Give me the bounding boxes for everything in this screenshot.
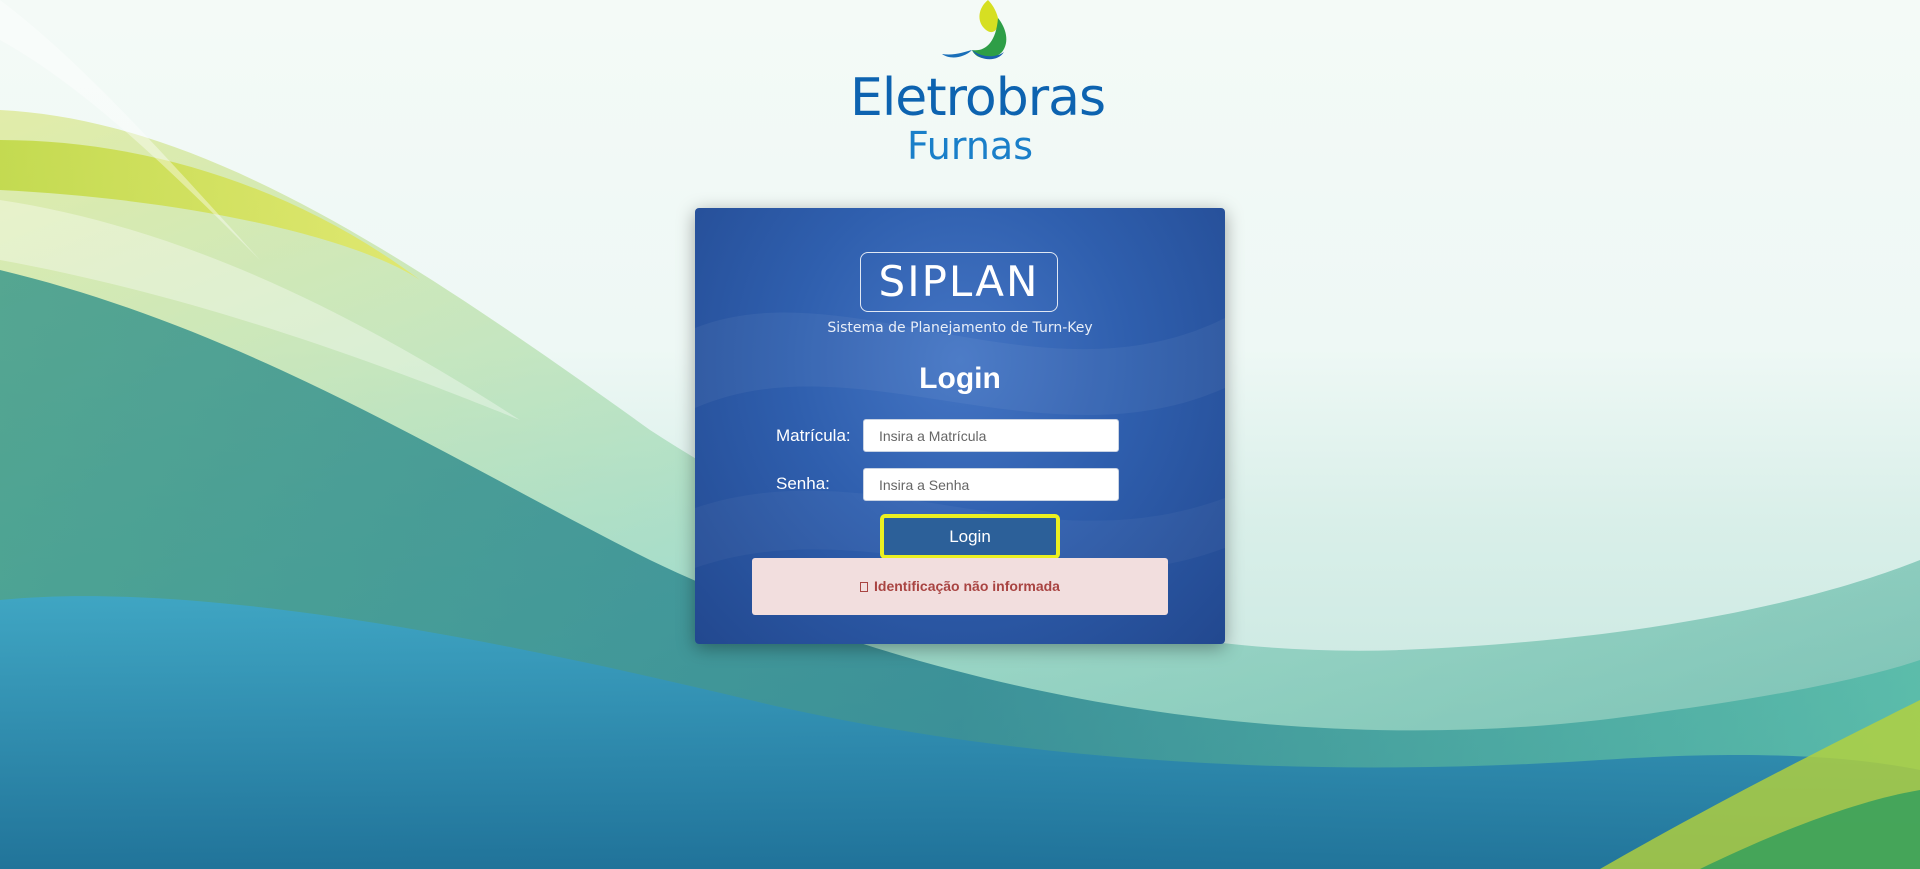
error-alert: Identificação não informada (752, 558, 1168, 615)
login-button[interactable]: Login (880, 514, 1060, 559)
eletrobras-brand: Eletrobras Furnas (850, 0, 1106, 170)
login-card: SIPLAN Sistema de Planejamento de Turn-K… (695, 208, 1225, 644)
eletrobras-drop-logo (942, 0, 1007, 60)
brand-subname: Furnas (907, 124, 1033, 168)
matricula-input[interactable] (863, 419, 1119, 452)
matricula-label: Matrícula: (776, 426, 851, 445)
login-page: Eletrobras Furnas SIPLAN Sistema de Plan… (0, 0, 1920, 869)
app-subtitle: Sistema de Planejamento de Turn-Key (827, 320, 1093, 336)
brand-name: Eletrobras (850, 68, 1106, 128)
senha-input[interactable] (863, 468, 1119, 501)
siplan-logo: SIPLAN (860, 252, 1058, 312)
error-message: Identificação não informada (874, 578, 1060, 594)
warning-icon (860, 582, 869, 592)
login-title: Login (919, 362, 1001, 395)
senha-label: Senha: (776, 474, 830, 493)
